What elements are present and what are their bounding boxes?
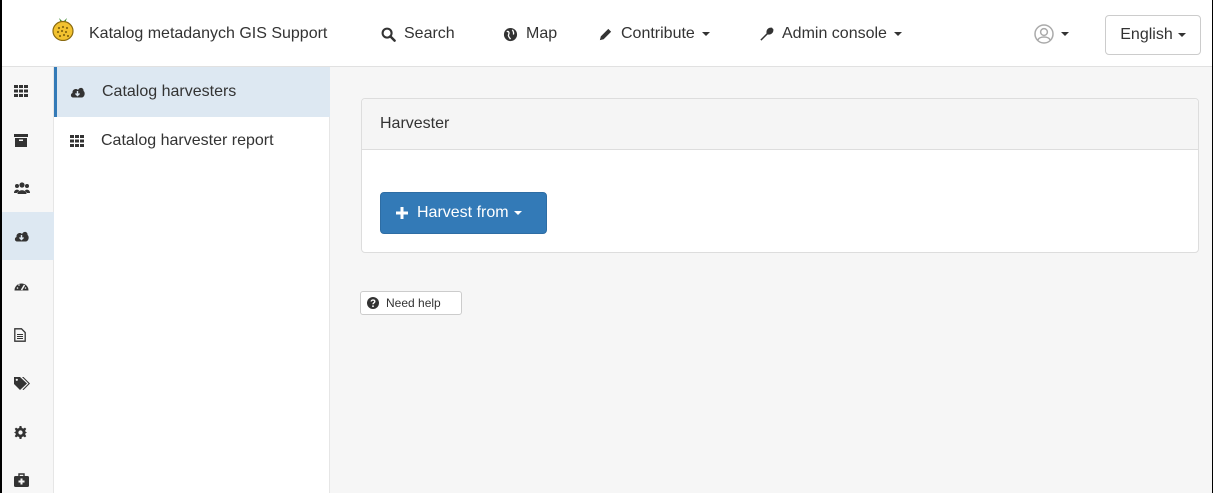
app-page: Katalog metadanych GIS Support Search Ma… bbox=[0, 0, 1213, 493]
language-label: English bbox=[1120, 26, 1173, 43]
file-text-icon bbox=[14, 328, 26, 342]
need-help-label: Need help bbox=[386, 296, 441, 310]
rail-item-reports[interactable] bbox=[2, 311, 54, 359]
harvest-from-button[interactable]: Harvest from bbox=[380, 192, 547, 234]
plus-icon bbox=[396, 207, 408, 219]
rail-item-statistics[interactable] bbox=[2, 262, 54, 310]
need-help-button[interactable]: Need help bbox=[360, 291, 462, 315]
question-circle-icon bbox=[367, 297, 379, 309]
cloud-download-icon bbox=[14, 231, 29, 242]
rail-item-harvesters[interactable] bbox=[2, 212, 54, 260]
harvester-submenu: Catalog harvesters Catalog harvester rep… bbox=[54, 67, 330, 493]
map-nav-link[interactable]: Map bbox=[503, 10, 557, 58]
pencil-icon bbox=[599, 28, 612, 40]
grid-icon bbox=[70, 135, 84, 147]
dashboard-icon bbox=[14, 283, 29, 291]
wrench-icon bbox=[760, 27, 774, 41]
chevron-down-icon bbox=[513, 211, 522, 215]
tags-icon bbox=[14, 376, 30, 390]
map-nav-label: Map bbox=[526, 25, 558, 42]
rail-item-dashboard[interactable] bbox=[2, 67, 54, 115]
rail-item-settings[interactable] bbox=[2, 408, 54, 456]
panel-title: Harvester bbox=[380, 115, 450, 132]
catalog-logo-icon[interactable] bbox=[51, 15, 75, 42]
language-selector[interactable]: English bbox=[1105, 15, 1201, 55]
chevron-down-icon bbox=[1061, 32, 1069, 36]
panel-heading: Harvester bbox=[362, 99, 1198, 150]
admin-icon-sidebar bbox=[2, 67, 54, 493]
submenu-item-label: Catalog harvesters bbox=[102, 83, 237, 100]
submenu-item-catalog-harvesters[interactable]: Catalog harvesters bbox=[54, 67, 330, 117]
archive-icon bbox=[14, 133, 28, 147]
contribute-nav-label: Contribute bbox=[621, 25, 695, 42]
rail-item-metadata[interactable] bbox=[2, 116, 54, 164]
user-avatar-icon bbox=[1034, 24, 1054, 44]
chevron-down-icon bbox=[1177, 33, 1186, 37]
cog-icon bbox=[14, 425, 27, 439]
user-menu-dropdown[interactable] bbox=[1034, 10, 1069, 58]
admin-console-nav-label: Admin console bbox=[782, 25, 887, 42]
contribute-dropdown[interactable]: Contribute bbox=[598, 10, 710, 58]
grid-icon bbox=[14, 85, 28, 97]
harvest-from-label: Harvest from bbox=[417, 204, 509, 221]
medkit-icon bbox=[14, 473, 29, 487]
search-nav-label: Search bbox=[404, 25, 455, 42]
chevron-down-icon bbox=[701, 32, 710, 36]
users-icon bbox=[14, 181, 30, 194]
chevron-down-icon bbox=[893, 32, 902, 36]
rail-item-users[interactable] bbox=[2, 164, 54, 212]
cloud-download-icon bbox=[70, 87, 85, 98]
search-nav-link[interactable]: Search bbox=[381, 10, 455, 58]
rail-item-classification[interactable] bbox=[2, 359, 54, 407]
search-icon bbox=[381, 27, 396, 42]
admin-console-dropdown[interactable]: Admin console bbox=[759, 10, 902, 58]
rail-item-tools[interactable] bbox=[2, 456, 54, 493]
submenu-item-harvester-report[interactable]: Catalog harvester report bbox=[54, 116, 330, 166]
harvester-panel: Harvester Harvest from bbox=[361, 98, 1199, 253]
top-navbar: Katalog metadanych GIS Support Search Ma… bbox=[2, 10, 1212, 67]
catalog-title-link[interactable]: Katalog metadanych GIS Support bbox=[89, 10, 327, 58]
main-content: Harvester Harvest from Need help bbox=[330, 67, 1212, 493]
submenu-item-label: Catalog harvester report bbox=[101, 132, 274, 149]
catalog-title: Katalog metadanych GIS Support bbox=[89, 25, 328, 42]
globe-icon bbox=[503, 27, 518, 41]
